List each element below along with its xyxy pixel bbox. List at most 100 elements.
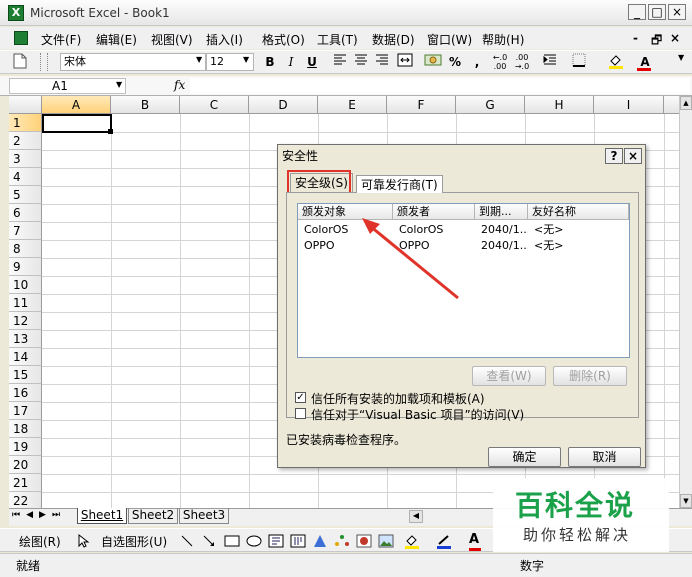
list-cell[interactable]: <无> (528, 222, 629, 238)
list-header-expiry[interactable]: 到期... (475, 204, 528, 220)
draw-font-color-icon[interactable]: A (469, 532, 481, 551)
font-name-combo[interactable]: 宋体 (60, 53, 206, 71)
row-header[interactable]: 4 (9, 168, 42, 186)
vertical-textbox-icon[interactable] (290, 534, 306, 548)
percent-button[interactable]: % (448, 53, 462, 71)
insert-picture-icon[interactable] (378, 534, 394, 548)
row-header[interactable]: 11 (9, 294, 42, 312)
oval-tool-icon[interactable] (246, 534, 262, 548)
row-header[interactable]: 17 (9, 402, 42, 420)
cancel-button[interactable]: 取消 (568, 447, 641, 467)
font-color-icon[interactable]: A (634, 53, 656, 71)
row-header[interactable]: 20 (9, 456, 42, 474)
arrow-tool-icon[interactable] (202, 534, 218, 548)
row-header[interactable]: 3 (9, 150, 42, 168)
tab-navigation-icon[interactable]: ⏮◀▶⏭ (12, 510, 66, 520)
clip-art-icon[interactable] (356, 534, 372, 548)
toolbar-options-icon[interactable]: ▼ (678, 53, 686, 71)
fill-handle[interactable] (108, 129, 113, 134)
row-header[interactable]: 6 (9, 204, 42, 222)
row-header[interactable]: 19 (9, 438, 42, 456)
column-header[interactable]: H (525, 96, 594, 114)
list-cell[interactable]: 2040/1... (475, 222, 528, 238)
borders-icon[interactable] (568, 53, 590, 71)
new-document-icon[interactable] (12, 53, 28, 71)
doc-restore-button[interactable]: 🗗 (651, 31, 662, 52)
dialog-help-button[interactable]: ? (605, 148, 623, 164)
menu-edit[interactable]: 编辑(E) (96, 31, 137, 48)
fill-color-icon[interactable] (603, 53, 629, 71)
currency-icon[interactable] (424, 53, 442, 71)
column-header[interactable]: D (249, 96, 318, 114)
minimize-button[interactable]: _ (628, 4, 646, 20)
doc-close-button[interactable]: × (670, 31, 680, 45)
comma-button[interactable]: , (472, 53, 482, 71)
align-right-icon[interactable] (374, 53, 390, 71)
font-size-dropdown-icon[interactable]: ▼ (243, 55, 249, 64)
row-header[interactable]: 15 (9, 366, 42, 384)
line-tool-icon[interactable] (180, 534, 196, 548)
close-button[interactable]: × (668, 4, 686, 20)
name-box-dropdown-icon[interactable]: ▼ (116, 80, 122, 89)
select-objects-icon[interactable] (78, 533, 92, 548)
row-header[interactable]: 18 (9, 420, 42, 438)
diagram-icon[interactable] (334, 534, 350, 548)
sheet-tab-1[interactable]: Sheet1 (77, 508, 127, 524)
sheet-tab-2[interactable]: Sheet2 (128, 508, 178, 524)
decrease-decimal-button[interactable]: .00 →.0 (512, 53, 532, 71)
hscroll-left-icon[interactable]: ◀ (409, 510, 423, 523)
column-header[interactable]: I (594, 96, 664, 114)
vertical-scrollbar[interactable]: ▲ ▼ (679, 96, 692, 508)
trust-vba-checkbox[interactable] (295, 408, 306, 419)
menu-insert[interactable]: 插入(I) (206, 31, 243, 48)
textbox-tool-icon[interactable] (268, 534, 284, 548)
maximize-button[interactable]: □ (648, 4, 666, 20)
sheet-tab-3[interactable]: Sheet3 (179, 508, 229, 524)
menu-file[interactable]: 文件(F) (41, 31, 81, 48)
certificate-list[interactable]: 颁发对象 颁发者 到期... 友好名称 ColorOS ColorOS 2040… (297, 203, 630, 358)
row-header[interactable]: 10 (9, 276, 42, 294)
list-cell[interactable]: <无> (528, 238, 629, 254)
increase-decimal-button[interactable]: ←.0.00 (490, 53, 510, 71)
row-header[interactable]: 21 (9, 474, 42, 492)
column-header[interactable]: F (387, 96, 456, 114)
select-all-corner[interactable] (9, 96, 42, 114)
align-center-icon[interactable] (353, 53, 369, 71)
row-header[interactable]: 13 (9, 330, 42, 348)
scroll-up-icon[interactable]: ▲ (680, 96, 692, 110)
menu-data[interactable]: 数据(D) (372, 31, 415, 48)
row-header[interactable]: 2 (9, 132, 42, 150)
formula-input[interactable] (190, 78, 690, 94)
draw-menu[interactable]: 绘图(R) (19, 533, 61, 550)
tab-trusted-publishers[interactable]: 可靠发行商(T) (356, 175, 443, 193)
align-left-icon[interactable] (332, 53, 348, 71)
row-header[interactable]: 22 (9, 492, 42, 508)
row-header[interactable]: 1 (9, 114, 42, 132)
indent-icon[interactable] (542, 53, 558, 71)
column-header[interactable]: B (111, 96, 180, 114)
column-header[interactable]: G (456, 96, 525, 114)
menu-view[interactable]: 视图(V) (151, 31, 193, 48)
rectangle-tool-icon[interactable] (224, 534, 240, 548)
dialog-close-button[interactable]: × (624, 148, 642, 164)
row-header[interactable]: 8 (9, 240, 42, 258)
menu-help[interactable]: 帮助(H) (482, 31, 524, 48)
fill-color-draw-icon[interactable] (404, 534, 426, 549)
column-header[interactable]: E (318, 96, 387, 114)
row-header[interactable]: 12 (9, 312, 42, 330)
autoshapes-menu[interactable]: 自选图形(U) (101, 533, 167, 550)
italic-button[interactable]: I (283, 53, 299, 71)
menu-window[interactable]: 窗口(W) (427, 31, 472, 48)
view-certificate-button[interactable]: 查看(W) (472, 366, 546, 386)
remove-certificate-button[interactable]: 删除(R) (553, 366, 627, 386)
row-header[interactable]: 16 (9, 384, 42, 402)
insert-function-icon[interactable]: fx (174, 78, 185, 92)
list-header-friendly-name[interactable]: 友好名称 (528, 204, 629, 220)
menu-format[interactable]: 格式(O) (262, 31, 305, 48)
trust-addins-checkbox[interactable]: ✓ (295, 392, 306, 403)
underline-button[interactable]: U (304, 53, 320, 71)
line-color-icon[interactable] (436, 534, 458, 549)
column-header-partial[interactable] (664, 96, 679, 114)
merge-center-icon[interactable] (397, 53, 413, 71)
font-name-dropdown-icon[interactable]: ▼ (196, 55, 202, 64)
